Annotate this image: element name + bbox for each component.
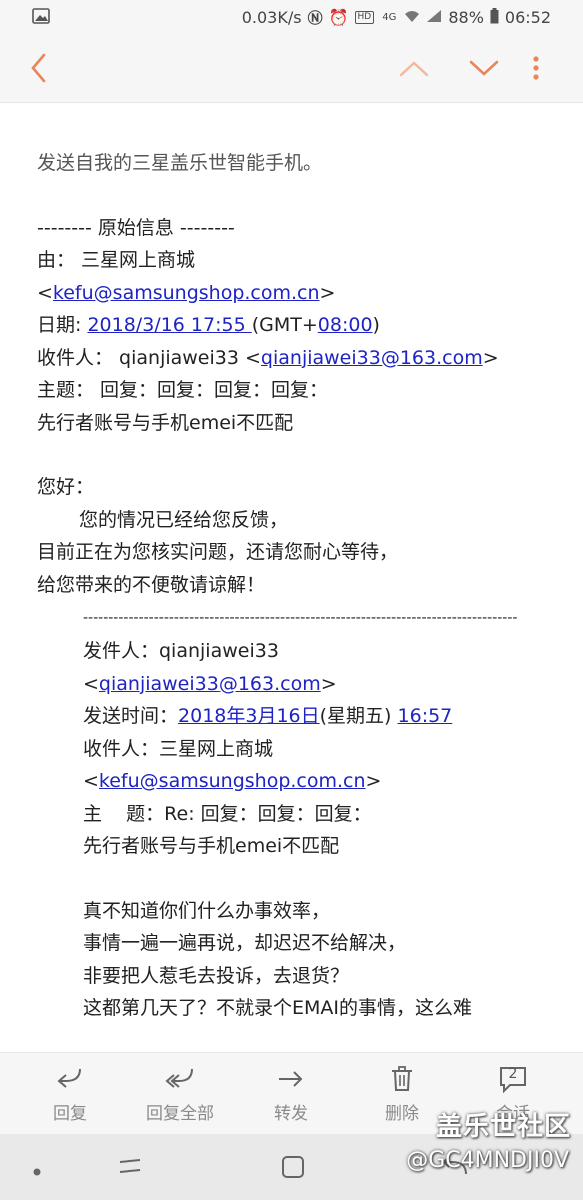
- bracket-open: <: [37, 281, 53, 304]
- quoted-sender: 发件人：qianjiawei33: [83, 640, 279, 662]
- original-to: 收件人： qianjiawei33 <qianjiawei33@163.com>: [37, 342, 577, 375]
- chevron-left-icon: [28, 53, 50, 89]
- bracket-close: >: [365, 770, 382, 792]
- timezone-link[interactable]: 08:00: [318, 314, 373, 336]
- bracket-close: >: [319, 281, 336, 304]
- nav-dot-icon[interactable]: [32, 1162, 42, 1181]
- network-speed: 0.03K/s: [241, 8, 302, 27]
- bracket-open: <: [83, 672, 99, 695]
- hd-badge: HD: [354, 11, 375, 24]
- body-line: 您的情况已经给您反馈，: [79, 508, 289, 531]
- reply-all-label: 回复全部: [146, 1104, 214, 1124]
- original-from-email-line: <kefu@samsungshop.com.cn>: [37, 277, 577, 310]
- signal-icon: [426, 8, 442, 27]
- reply-all-button[interactable]: 回复全部: [130, 1065, 230, 1124]
- reply-all-icon: [163, 1068, 197, 1097]
- battery-icon: [490, 7, 499, 28]
- original-subject-cont: 先行者账号与手机emei不匹配: [37, 411, 294, 434]
- sent-date-link[interactable]: 2018年3月16日: [178, 705, 320, 727]
- quoted-subject: 主 题：Re: 回复：回复：回复：: [83, 802, 372, 825]
- forward-button[interactable]: 转发: [241, 1065, 341, 1124]
- original-message-header: -------- 原始信息 --------: [37, 216, 235, 239]
- battery-level: 88%: [448, 8, 484, 27]
- original-date: 日期: 2018/3/16 17:55 (GMT+08:00): [37, 309, 577, 342]
- quoted-recipient: 收件人：三星网上商城: [83, 737, 274, 760]
- greeting: 您好：: [37, 476, 95, 498]
- reply-icon: [54, 1068, 86, 1097]
- back-button[interactable]: [28, 51, 50, 89]
- nav-recents-button[interactable]: [116, 1154, 144, 1182]
- email-body: 发送自我的三星盖乐世智能手机。 -------- 原始信息 -------- 由…: [37, 147, 577, 1025]
- bracket-open: <: [83, 770, 99, 792]
- home-square-icon: [280, 1156, 306, 1184]
- 4g-badge: 4G: [382, 12, 397, 23]
- original-subject: 主题： 回复：回复：回复：回复：: [37, 379, 329, 401]
- conversation-bubble-icon: 2: [498, 1065, 528, 1093]
- body-line: 给您带来的不便敬请谅解！: [37, 573, 266, 596]
- forward-arrow-icon: [275, 1071, 307, 1097]
- watermark-logo-text: 盖乐世社区: [435, 1112, 571, 1142]
- signature-intro: 发送自我的三星盖乐世智能手机。: [37, 152, 323, 174]
- timezone-suffix: ): [372, 314, 380, 336]
- reply-label: 回复: [53, 1104, 87, 1124]
- body-line: 目前正在为您核实问题，还请您耐心等待，: [37, 541, 399, 563]
- quoted-subject-cont: 先行者账号与手机emei不匹配: [83, 835, 340, 857]
- conversation-count: 2: [508, 1066, 518, 1082]
- previous-email-button[interactable]: [397, 56, 431, 84]
- more-options-button[interactable]: [530, 54, 542, 88]
- quoted-sender-email-line: <qianjiawei33@163.com>: [83, 668, 577, 701]
- bracket-close: >: [320, 672, 337, 695]
- more-vertical-icon: [530, 56, 542, 88]
- reply-button[interactable]: 回复: [20, 1065, 120, 1124]
- gallery-notification-icon: [32, 8, 50, 28]
- recipient-email-link[interactable]: kefu@samsungshop.com.cn: [99, 770, 366, 792]
- nfc-icon: Ⓝ: [307, 9, 323, 27]
- nav-home-button[interactable]: [280, 1154, 306, 1184]
- alarm-icon: ⏰: [328, 8, 349, 27]
- email-app-bar: [0, 36, 583, 103]
- quoted-sent-time: 发送时间：2018年3月16日(星期五) 16:57: [83, 700, 577, 733]
- status-bar: 0.03K/s Ⓝ ⏰ HD 4G 88% 06:52: [0, 0, 583, 36]
- quoted-body-line: 这都第几天了？不就录个EMAI的事情，这么难: [83, 997, 473, 1019]
- forward-label: 转发: [274, 1104, 308, 1124]
- status-right-group: 0.03K/s Ⓝ ⏰ HD 4G 88% 06:52: [242, 7, 551, 28]
- timezone-prefix: (GMT+: [251, 314, 318, 336]
- sent-time-label: 发送时间：: [83, 705, 179, 727]
- recents-icon: [116, 1159, 144, 1182]
- clock: 06:52: [504, 8, 551, 27]
- quoted-body-line: 事情一遍一遍再说，却迟迟不给解决，: [83, 932, 407, 954]
- next-email-button[interactable]: [467, 56, 501, 84]
- to-suffix: >: [482, 346, 499, 369]
- quoted-body-line: 非要把人惹毛去投诉，去退货？: [83, 964, 350, 987]
- quote-separator: ----------------------------------------…: [83, 610, 517, 626]
- date-label: 日期:: [37, 314, 88, 336]
- quoted-message: ----------------------------------------…: [83, 607, 577, 1025]
- original-from: 由： 三星网上商城: [37, 249, 196, 271]
- sender-email-link[interactable]: qianjiawei33@163.com: [99, 673, 321, 695]
- to-email-link[interactable]: qianjiawei33@163.com: [261, 347, 483, 369]
- trash-icon: [388, 1066, 416, 1097]
- watermark-user-text: @GC4MNDJI0V: [406, 1148, 569, 1173]
- chevron-up-icon: [397, 61, 431, 84]
- chevron-down-icon: [467, 60, 501, 84]
- quoted-body-line: 真不知道你们什么办事效率，: [83, 899, 331, 922]
- quoted-recipient-email-line: <kefu@samsungshop.com.cn>: [83, 765, 577, 798]
- wifi-icon: [404, 8, 420, 27]
- to-label: 收件人： qianjiawei33 <: [37, 346, 261, 369]
- sent-time-link[interactable]: 16:57: [398, 705, 453, 727]
- sent-weekday: (星期五): [319, 705, 398, 727]
- date-link[interactable]: 2018/3/16 17:55: [87, 314, 251, 336]
- from-email-link[interactable]: kefu@samsungshop.com.cn: [53, 282, 320, 304]
